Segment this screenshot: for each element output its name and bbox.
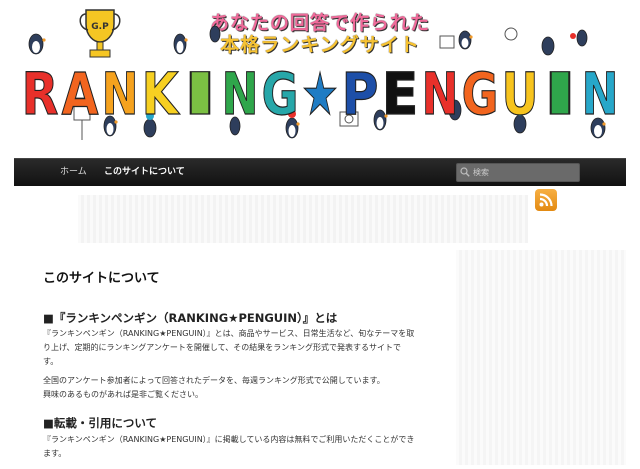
about-paragraph-2: 全国のアンケート参加者によって回答されたデータを、毎週ランキング形式で公開してい… xyxy=(43,374,443,402)
logo-letter: G xyxy=(462,60,499,122)
paragraph-line: 全国のアンケート参加者によって回答されたデータを、毎週ランキング形式で公開してい… xyxy=(43,376,385,385)
logo-letter: I xyxy=(182,60,219,122)
paragraph-line: 興味のあるものがあれば是非ご覧ください。 xyxy=(43,390,203,399)
sidebar-widget-area xyxy=(456,250,626,465)
main-navigation: ホーム このサイトについて xyxy=(14,158,626,186)
paragraph-line: す。 xyxy=(43,357,59,366)
logo-letter: N xyxy=(582,60,619,122)
nav-link-home[interactable]: ホーム xyxy=(60,159,87,186)
paragraph-line: 『ランキンペンギン（RANKING★PENGUIN）』に掲載している内容は無料で… xyxy=(43,435,415,444)
search-box[interactable] xyxy=(456,163,580,182)
logo-letter: N xyxy=(422,60,459,122)
logo-letter: U xyxy=(502,60,539,122)
logo-letter: ★ xyxy=(302,60,339,122)
rss-icon xyxy=(539,193,553,207)
logo-letter: I xyxy=(542,60,579,122)
search-input[interactable] xyxy=(473,164,573,181)
nav-link-about[interactable]: このサイトについて xyxy=(104,159,185,186)
reprint-paragraph: 『ランキンペンギン（RANKING★PENGUIN）』に掲載している内容は無料で… xyxy=(43,433,443,461)
rss-button[interactable] xyxy=(535,189,557,211)
logo-letter: A xyxy=(62,60,99,122)
logo-letter: R xyxy=(22,60,59,122)
logo-letter: P xyxy=(342,60,379,122)
paragraph-line: 『ランキンペンギン（RANKING★PENGUIN）』とは、商品やサービス、日常… xyxy=(43,329,415,338)
section-heading-about: ■『ランキンペンギン（RANKING★PENGUIN）』とは xyxy=(43,311,338,325)
logo-letter: G xyxy=(262,60,299,122)
logo-letter: K xyxy=(142,60,180,122)
paragraph-line: ます。 xyxy=(43,449,67,458)
section-heading-reprint: ■転載・引用について xyxy=(43,416,158,430)
about-paragraph-1: 『ランキンペンギン（RANKING★PENGUIN）』とは、商品やサービス、日常… xyxy=(43,327,443,369)
ad-banner-placeholder[interactable] xyxy=(78,195,528,243)
search-icon xyxy=(460,167,470,177)
paragraph-line: り上げ、定期的にランキングアンケートを開催して、その結果をランキング形式で発表す… xyxy=(43,343,401,352)
site-header-banner[interactable]: あなたの回答で作られた 本格ランキングサイト G.P R A N K I N G… xyxy=(0,0,640,156)
site-logo[interactable]: R A N K I N G ★ P E N G U I N xyxy=(20,58,620,122)
logo-letter: N xyxy=(102,60,139,122)
logo-letter: E xyxy=(382,60,419,122)
page-title: このサイトについて xyxy=(43,271,160,286)
logo-letter: N xyxy=(222,60,259,122)
